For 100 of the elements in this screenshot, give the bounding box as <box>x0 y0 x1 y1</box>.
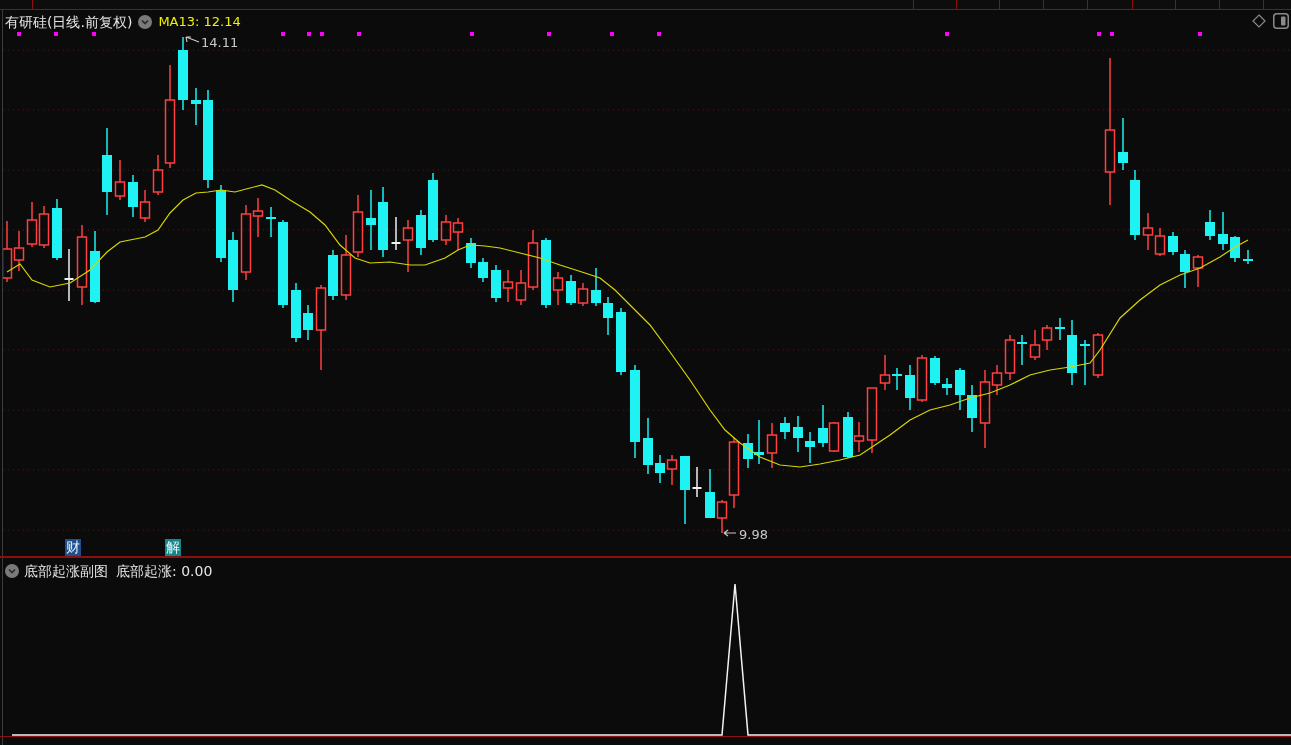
rising-candlestick <box>1154 227 1166 257</box>
falling-candlestick <box>892 367 902 391</box>
rising-candlestick <box>402 219 414 273</box>
signal-marker-icon <box>320 32 324 36</box>
rising-candlestick <box>1092 332 1104 379</box>
signal-marker-icon <box>54 32 58 36</box>
falling-candlestick <box>591 267 601 307</box>
rising-candlestick <box>114 159 126 201</box>
rising-candlestick <box>440 214 452 246</box>
doji-candlestick <box>691 466 703 498</box>
rising-candlestick <box>1142 212 1154 251</box>
doji-candlestick <box>390 216 402 251</box>
falling-candlestick <box>478 257 488 283</box>
price-label: 9.98 <box>739 527 768 542</box>
falling-candlestick <box>1017 334 1027 366</box>
signal-marker-icon <box>357 32 361 36</box>
falling-candlestick <box>955 367 965 411</box>
leader-arrow <box>723 529 737 537</box>
signal-marker-icon <box>1110 32 1114 36</box>
falling-candlestick <box>655 454 665 484</box>
sub-chart-title: 底部起涨副图 <box>24 562 108 580</box>
falling-candlestick <box>378 186 388 258</box>
rising-candlestick <box>38 205 50 249</box>
rising-candlestick <box>452 217 464 251</box>
signal-marker-icon <box>547 32 551 36</box>
signal-marker-icon <box>1097 32 1101 36</box>
rising-candlestick <box>502 269 514 303</box>
rising-candlestick <box>552 271 564 306</box>
rising-candlestick <box>766 422 778 469</box>
falling-candlestick <box>805 431 815 464</box>
rising-candlestick <box>828 421 840 453</box>
falling-candlestick <box>643 417 653 475</box>
signal-marker-icon <box>610 32 614 36</box>
signal-marker-icon <box>1198 32 1202 36</box>
falling-candlestick <box>1218 211 1228 251</box>
falling-candlestick <box>843 411 853 459</box>
signal-marker-icon <box>17 32 21 36</box>
falling-candlestick <box>328 249 338 301</box>
falling-candlestick <box>1080 339 1090 386</box>
signal-marker-icon <box>281 32 285 36</box>
rising-candlestick <box>340 234 352 301</box>
falling-candlestick <box>1243 249 1253 265</box>
signal-marker-icon <box>92 32 96 36</box>
falling-candlestick <box>1130 169 1140 241</box>
falling-candlestick <box>616 307 626 376</box>
falling-candlestick <box>566 274 576 306</box>
falling-candlestick <box>743 433 753 469</box>
falling-candlestick <box>428 172 438 243</box>
price-label: 14.11 <box>201 35 239 50</box>
signal-marker-icon <box>945 32 949 36</box>
falling-candlestick <box>705 468 715 519</box>
falling-candlestick <box>967 384 977 433</box>
rising-candlestick <box>577 282 589 307</box>
signal-marker-icon <box>470 32 474 36</box>
falling-candlestick <box>930 355 940 386</box>
falling-candlestick <box>1168 231 1178 256</box>
falling-candlestick <box>780 416 790 440</box>
signal-marker-icon <box>307 32 311 36</box>
rising-candlestick <box>1029 329 1041 361</box>
rising-candlestick <box>916 354 928 403</box>
falling-candlestick <box>366 189 376 251</box>
falling-candlestick <box>52 198 62 261</box>
indicator-reading: 底部起涨: 0.00 <box>116 562 213 580</box>
falling-candlestick <box>1230 235 1240 263</box>
chart-title: 有研硅(日线.前复权) <box>5 13 133 31</box>
falling-candlestick <box>942 377 952 396</box>
panel-toggle-icon[interactable] <box>1273 13 1289 29</box>
leader-arrow <box>185 36 200 43</box>
falling-candlestick <box>793 415 803 453</box>
falling-candlestick <box>603 296 613 336</box>
falling-candlestick <box>128 174 138 218</box>
falling-candlestick <box>228 231 238 303</box>
rising-candlestick <box>352 194 364 258</box>
signal-marker-icon <box>657 32 661 36</box>
falling-candlestick <box>905 364 915 411</box>
falling-candlestick <box>1067 319 1077 386</box>
falling-candlestick <box>416 209 426 256</box>
chevron-down-icon[interactable] <box>5 564 19 578</box>
falling-candlestick <box>191 87 201 126</box>
falling-candlestick <box>680 455 690 525</box>
falling-candlestick <box>1118 117 1128 171</box>
event-badge[interactable]: 解 <box>165 539 181 556</box>
rising-candlestick <box>666 454 678 486</box>
falling-candlestick <box>466 237 476 269</box>
falling-candlestick <box>266 206 276 238</box>
falling-candlestick <box>1055 317 1065 341</box>
rising-candlestick <box>1041 324 1053 351</box>
falling-candlestick <box>291 282 301 343</box>
falling-candlestick <box>491 264 501 303</box>
falling-candlestick <box>303 304 313 341</box>
rising-candlestick <box>26 201 38 248</box>
falling-candlestick <box>1205 209 1215 241</box>
chevron-down-icon[interactable] <box>138 15 153 29</box>
falling-candlestick <box>818 404 828 448</box>
diamond-icon[interactable] <box>1252 14 1266 28</box>
event-badge[interactable]: 财 <box>65 539 81 556</box>
doji-candlestick <box>63 248 75 302</box>
rising-candlestick <box>1192 254 1204 288</box>
falling-candlestick <box>1180 249 1190 289</box>
falling-candlestick <box>754 419 764 465</box>
